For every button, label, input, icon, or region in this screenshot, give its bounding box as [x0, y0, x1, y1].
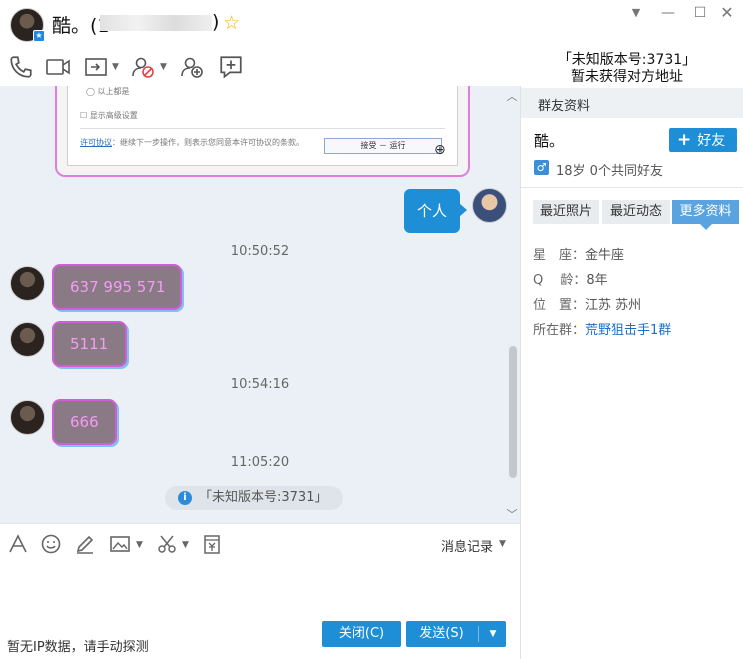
ip-status: 暂无IP数据，请手动探测 — [7, 640, 149, 655]
contact-avatar[interactable]: ★ — [10, 8, 45, 42]
send-button[interactable]: 发送(S) ▼ — [406, 621, 506, 647]
star-icon[interactable]: ☆ — [223, 12, 240, 34]
info-icon: i — [178, 491, 192, 505]
my-avatar[interactable] — [472, 188, 507, 223]
info-q-age: Q 龄：8年 — [533, 269, 608, 288]
divider — [521, 187, 743, 188]
screenshot-radio-text: ◯ 以上都是 — [86, 87, 130, 96]
sender-avatar[interactable] — [10, 266, 45, 301]
message-history-caret-icon[interactable]: ▼ — [499, 539, 506, 549]
info-location: 位 置：江苏 苏州 — [533, 294, 641, 313]
red-packet-icon[interactable] — [201, 533, 223, 555]
screenshot-image: ◯ 以上都是 ☐ 显示高级设置 许可协议：继续下一步操作，则表示您同意本许可协议… — [67, 86, 458, 166]
close-icon[interactable]: ✕ — [718, 4, 736, 22]
add-member-icon[interactable] — [180, 54, 206, 80]
maximize-icon[interactable]: ☐ — [691, 4, 709, 22]
timestamp: 10:54:16 — [230, 377, 290, 392]
peer-address-line: 暂未获得对方地址 — [571, 69, 683, 85]
timestamp: 11:05:20 — [230, 455, 290, 470]
q-age-label: Q 龄： — [533, 273, 587, 288]
font-icon[interactable] — [7, 533, 29, 555]
message-bubble[interactable]: 637 995 571 — [52, 264, 182, 310]
image-icon[interactable] — [109, 533, 131, 555]
male-gender-icon: ♂ — [534, 160, 549, 175]
sender-avatar[interactable] — [10, 322, 45, 357]
message-bubble[interactable]: 666 — [52, 399, 117, 445]
scissors-caret-icon[interactable]: ▼ — [182, 540, 189, 550]
tab-more-info[interactable]: 更多资料 — [672, 200, 739, 224]
title-close-paren: ) — [212, 11, 220, 33]
block-user-icon[interactable] — [131, 54, 157, 80]
constellation-label: 星 座： — [533, 248, 586, 263]
screenshot-accept-button: 接受 － 运行 — [324, 138, 442, 154]
block-user-caret-icon[interactable]: ▼ — [160, 62, 167, 72]
phone-icon[interactable] — [8, 54, 34, 80]
screenshot-divider — [80, 128, 445, 129]
send-options-caret-icon[interactable]: ▼ — [480, 621, 506, 647]
feedback-icon[interactable] — [218, 54, 244, 80]
scroll-down-icon[interactable]: ﹀ — [504, 506, 520, 521]
info-constellation: 星 座：金牛座 — [533, 244, 624, 263]
window-menu-icon[interactable]: ▼ — [627, 4, 645, 22]
zoom-in-icon[interactable]: ⊕ — [434, 142, 452, 160]
sender-avatar[interactable] — [10, 400, 45, 435]
q-age-value: 8年 — [586, 273, 608, 288]
add-friend-button[interactable]: + 好友 — [669, 128, 737, 152]
group-link[interactable]: 荒野狙击手1群 — [585, 323, 671, 338]
screenshot-license-text: ：继续下一步操作，则表示您同意本许可协议的条款。 — [112, 138, 304, 147]
send-button-divider — [478, 626, 479, 642]
chat-toolbar — [0, 48, 520, 86]
timestamp: 10:50:52 — [230, 244, 290, 259]
bubble-tail — [459, 203, 467, 217]
panel-header-title: 群友资料 — [538, 99, 591, 114]
pen-icon[interactable] — [74, 533, 96, 555]
screenshot-license: 许可协议：继续下一步操作，则表示您同意本许可协议的条款。 — [80, 138, 330, 148]
my-message-bubble[interactable]: 个人 — [404, 189, 460, 233]
screenshot-checkbox-text: ☐ 显示高级设置 — [80, 111, 138, 120]
minimize-icon[interactable]: — — [659, 4, 677, 22]
add-friend-label: 好友 — [697, 133, 726, 149]
chat-scrollbar[interactable] — [509, 346, 517, 478]
plus-icon: + — [677, 130, 692, 150]
video-call-icon[interactable] — [45, 54, 71, 80]
info-group: 所在群：荒野狙击手1群 — [533, 319, 671, 338]
scissors-icon[interactable] — [156, 533, 178, 555]
location-value: 江苏 苏州 — [585, 298, 642, 313]
image-message[interactable]: ◯ 以上都是 ☐ 显示高级设置 许可协议：继续下一步操作，则表示您同意本许可协议… — [55, 86, 470, 177]
tab-recent-photos[interactable]: 最近照片 — [533, 200, 599, 224]
scroll-up-icon[interactable]: ︿ — [504, 88, 520, 103]
constellation-value: 金牛座 — [585, 248, 625, 263]
image-caret-icon[interactable]: ▼ — [136, 540, 143, 550]
vip-badge-icon: ★ — [33, 30, 45, 42]
age-and-mutual-friends: 18岁 0个共同好友 — [556, 164, 663, 179]
send-button-label[interactable]: 发送(S) — [406, 621, 477, 647]
peer-version-line: 「未知版本号:3731」 — [557, 52, 697, 68]
message-bubble[interactable]: 5111 — [52, 321, 127, 367]
close-button[interactable]: 关闭(C) — [322, 621, 401, 647]
tab-recent-moments[interactable]: 最近动态 — [602, 200, 670, 224]
peer-version-notice: 「未知版本号:3731」 暂未获得对方地址 — [522, 52, 732, 86]
redacted-number — [100, 15, 212, 31]
message-history-button[interactable]: 消息记录 — [441, 536, 493, 555]
location-label: 位 置： — [533, 298, 586, 313]
screen-share-caret-icon[interactable]: ▼ — [112, 62, 119, 72]
screen-share-icon[interactable] — [84, 54, 110, 80]
member-name: 酷。 — [534, 132, 565, 150]
active-tab-pointer — [700, 224, 712, 230]
screenshot-license-link: 许可协议 — [80, 138, 112, 147]
group-label: 所在群： — [533, 323, 586, 338]
emoji-icon[interactable] — [40, 533, 62, 555]
